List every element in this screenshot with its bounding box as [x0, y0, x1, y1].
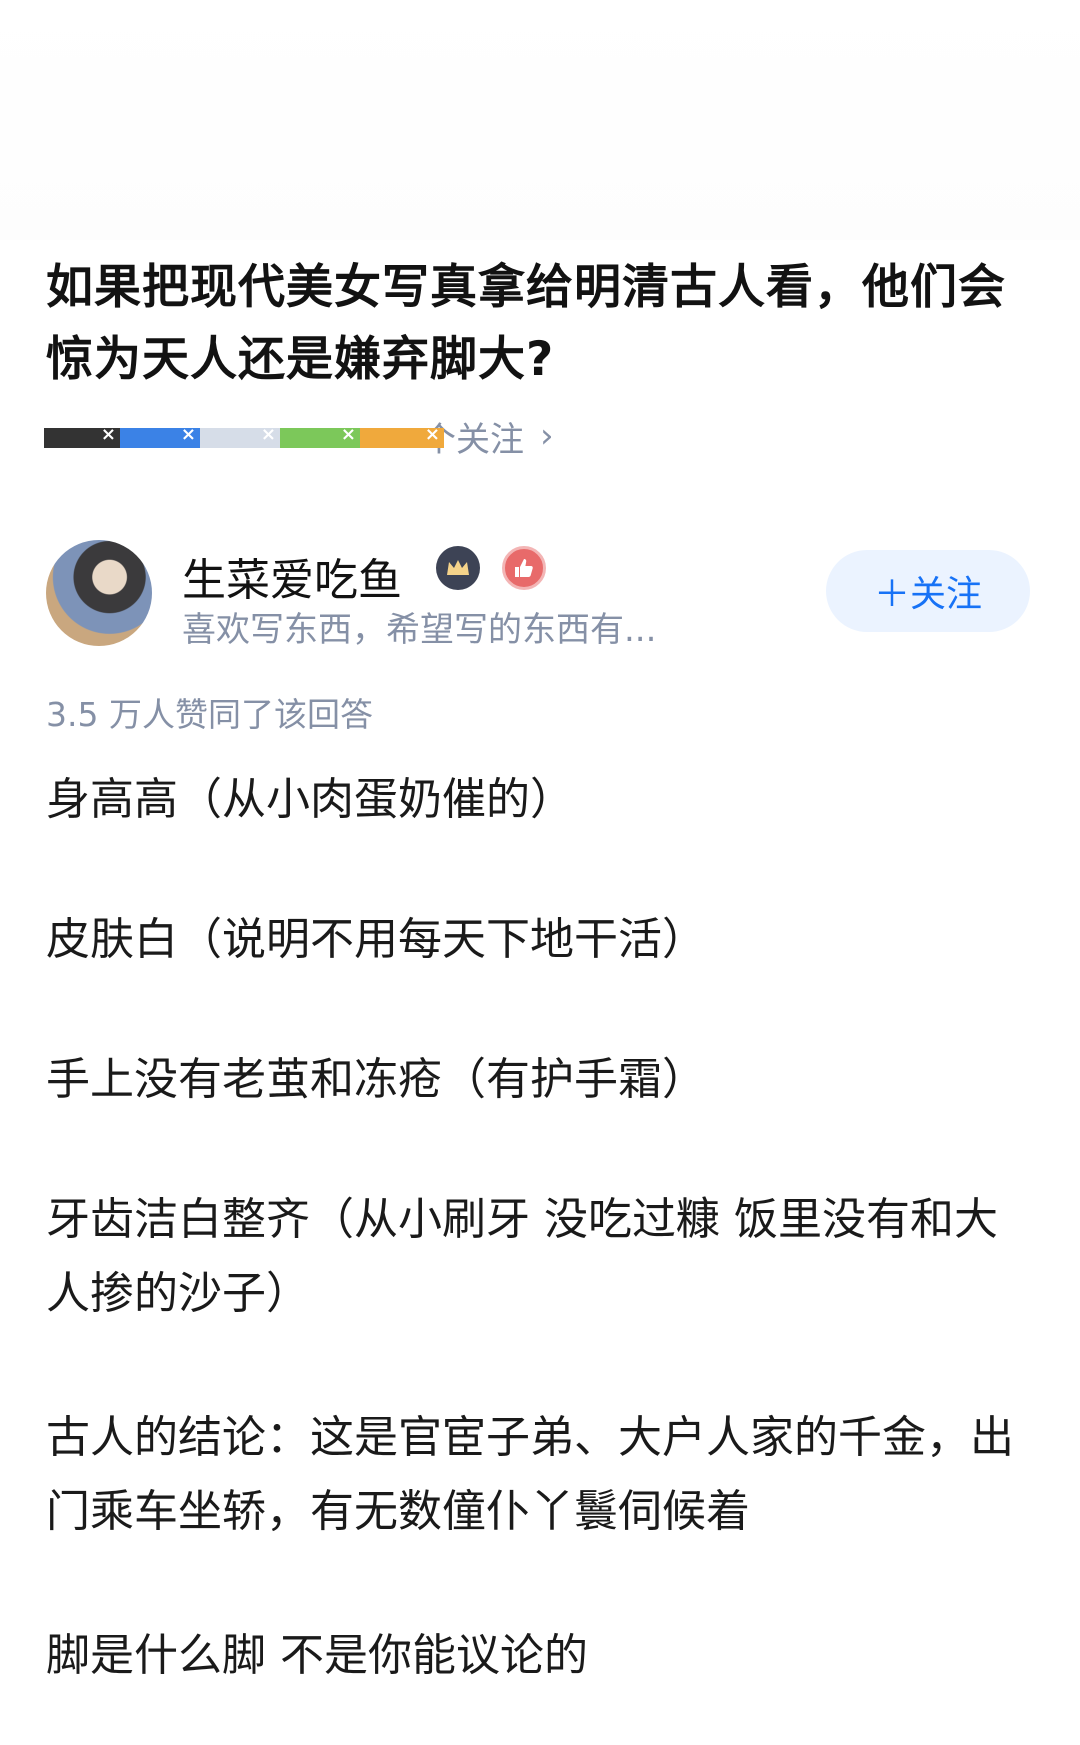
redaction-segment: ×: [200, 424, 280, 448]
author-row: 生菜爱吃鱼 喜欢写东西，希望写的东西有... ＋关注: [46, 540, 1036, 650]
thumbs-up-badge-icon[interactable]: [502, 546, 546, 590]
answer-paragraph: 皮肤白（说明不用每天下地干活）: [46, 914, 706, 965]
header-area: [0, 0, 1080, 240]
answer-paragraph: 古人的结论：这是官宦子弟、大户人家的千金，出门乘车坐轿，有无数僮仆丫鬟伺候着: [46, 1412, 1014, 1537]
question-title[interactable]: 如果把现代美女写真拿给明清古人看，他们会惊为天人还是嫌弃脚大?: [46, 252, 1036, 396]
author-bio: 喜欢写东西，希望写的东西有...: [182, 610, 657, 650]
author-name[interactable]: 生菜爱吃鱼: [182, 544, 402, 608]
follow-button[interactable]: ＋关注: [826, 550, 1030, 632]
vote-count: 3.5 万人赞同了该回答: [46, 695, 373, 734]
chevron-right-icon: ›: [540, 416, 554, 456]
answer-page: 如果把现代美女写真拿给明清古人看，他们会惊为天人还是嫌弃脚大? 个关注 › × …: [0, 0, 1080, 1745]
crown-badge-icon[interactable]: [436, 546, 480, 590]
redaction-segment: ×: [44, 424, 120, 448]
answer-paragraph: 手上没有老茧和冻疮（有护手霜）: [46, 1054, 706, 1105]
avatar[interactable]: [46, 540, 152, 646]
answer-paragraph: 牙齿洁白整齐（从小刷牙 没吃过糠 饭里没有和大人掺的沙子）: [46, 1194, 998, 1319]
answer-paragraph: 脚是什么脚 不是你能议论的: [46, 1630, 588, 1681]
redaction-bar: × × × × ×: [44, 424, 444, 448]
redaction-segment: ×: [120, 424, 200, 448]
thumbs-up-icon: [515, 559, 533, 577]
redaction-segment: ×: [360, 424, 444, 448]
answer-paragraph: 身高高（从小肉蛋奶催的）: [46, 774, 574, 825]
redaction-segment: ×: [280, 424, 360, 448]
crown-icon: [447, 560, 469, 575]
